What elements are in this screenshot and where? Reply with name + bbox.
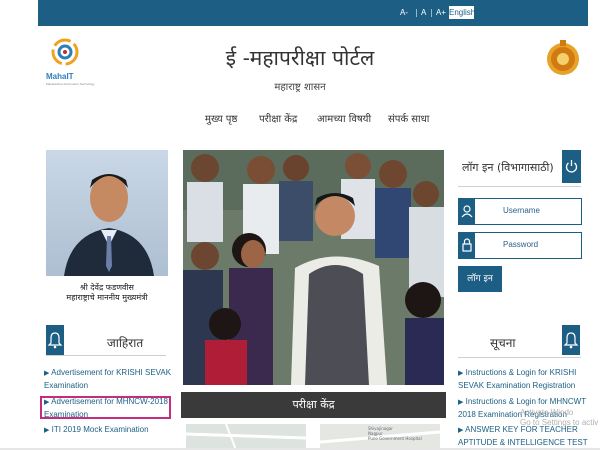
username-field[interactable]: Username	[458, 198, 582, 225]
power-icon	[565, 160, 578, 173]
map-thumbnail[interactable]	[185, 423, 307, 450]
nav-about-us[interactable]: आमच्या विषयी	[317, 111, 371, 125]
maharashtra-emblem-icon	[547, 40, 579, 75]
ad-item-line1[interactable]: ITI 2019 Mock Examination	[52, 425, 149, 434]
nav-home[interactable]: मुख्य पृष्ठ	[205, 111, 237, 125]
notice-item-line1[interactable]: Instructions & Login for KRISHI	[466, 368, 577, 377]
topbar-separator: |	[415, 8, 418, 17]
username-placeholder: Username	[503, 206, 540, 215]
exam-centers-banner[interactable]: परीक्षा केंद्र	[181, 392, 446, 418]
map-thumbnail[interactable]: Shivajinagar Nagpur Pune Government Hosp…	[319, 424, 441, 450]
login-heading: लॉग इन (विभागासाठी)	[462, 161, 554, 174]
font-increase-button[interactable]: A+	[436, 8, 446, 17]
power-button[interactable]	[562, 150, 581, 183]
user-icon-box	[459, 199, 475, 224]
page-subtitle: महाराष्ट्र शासन	[274, 82, 326, 93]
top-bar: A- | A | A+ English	[38, 0, 588, 26]
notice-item-line2[interactable]: SEVAK Examination Registration	[458, 381, 575, 390]
user-icon	[461, 205, 473, 218]
students-photo	[183, 150, 444, 385]
login-divider	[458, 186, 581, 187]
lock-icon	[462, 238, 472, 252]
nav-exam-centers[interactable]: परीक्षा केंद्र	[259, 111, 297, 125]
triangle-right-icon: ▶	[44, 370, 50, 377]
topbar-separator: |	[430, 8, 433, 17]
chief-minister-photo	[46, 150, 168, 276]
language-english-button[interactable]: English	[449, 6, 475, 19]
password-field[interactable]: Password	[458, 232, 582, 259]
notice-item-line1[interactable]: Instructions & Login for MHNCWT	[466, 397, 586, 406]
notice-item-line2[interactable]: APTITUDE & INTELLIGENCE TEST	[458, 438, 588, 447]
cm-designation: महाराष्ट्राचे माननीय मुख्यमंत्री	[66, 293, 148, 302]
notices-heading: सूचना	[490, 336, 516, 350]
font-normal-button[interactable]: A	[421, 8, 426, 17]
ad-item-line2[interactable]: Examination	[44, 381, 88, 390]
ads-heading: जाहिरात	[106, 336, 144, 350]
ad-item[interactable]: ▶ ITI 2019 Mock Examination	[44, 424, 149, 437]
watermark-line1: Activate Windo	[520, 408, 574, 417]
notice-item[interactable]: ▶ Instructions & Login for KRISHI SEVAK …	[458, 367, 576, 392]
triangle-right-icon: ▶	[44, 427, 50, 434]
windows-activation-watermark: Activate Windo Go to Settings to activ	[520, 408, 598, 428]
triangle-right-icon: ▶	[458, 370, 464, 377]
watermark-line2: Go to Settings to activ	[520, 418, 599, 427]
page-title: ई -महापरीक्षा पोर्टल	[225, 46, 375, 70]
login-button[interactable]: लॉग इन	[458, 266, 502, 292]
nav-contact[interactable]: संपर्क साधा	[388, 111, 429, 125]
password-placeholder: Password	[503, 240, 539, 249]
triangle-right-icon: ▶	[458, 399, 464, 406]
notices-divider	[458, 357, 581, 358]
lock-icon-box	[459, 233, 475, 258]
ads-bell-button	[46, 325, 64, 355]
ad-item-line1[interactable]: Advertisement for KRISHI SEVAK	[51, 368, 171, 377]
bell-icon	[563, 332, 579, 349]
map-label: Pune Government Hospital	[368, 436, 422, 441]
notices-bell-button	[562, 325, 580, 355]
ad-item[interactable]: ▶ Advertisement for KRISHI SEVAK Examina…	[44, 367, 171, 392]
highlight-box	[40, 396, 171, 419]
font-decrease-button[interactable]: A-	[400, 8, 408, 17]
ads-divider	[46, 355, 166, 356]
bell-icon	[47, 332, 63, 349]
triangle-right-icon: ▶	[458, 427, 464, 434]
